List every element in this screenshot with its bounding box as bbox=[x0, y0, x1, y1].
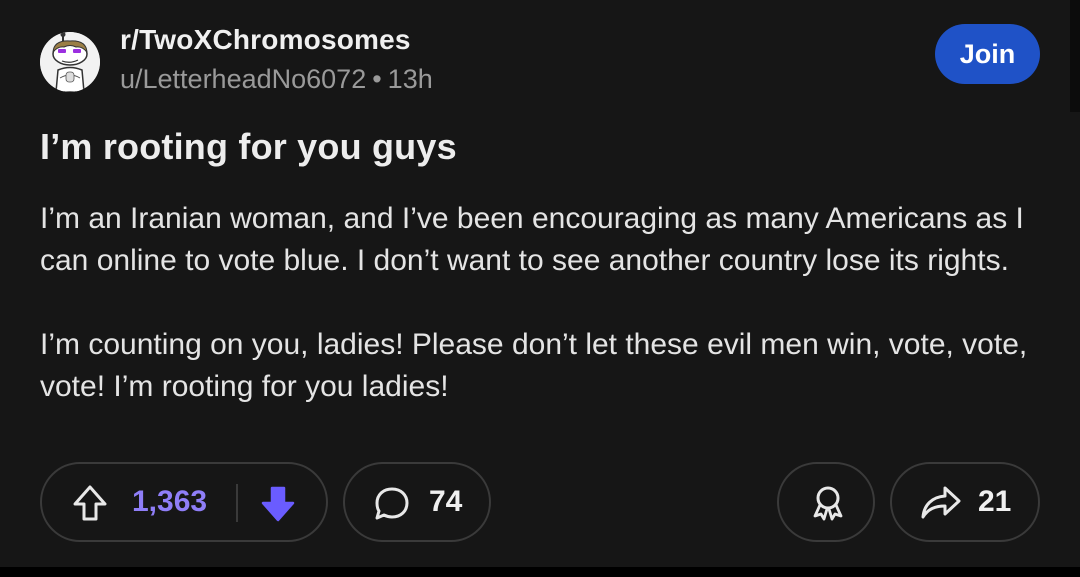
join-button[interactable]: Join bbox=[935, 24, 1040, 84]
post-card: r/TwoXChromosomes u/LetterheadNo6072 • 13h… bbox=[0, 0, 1080, 567]
award-ribbon-icon bbox=[813, 486, 843, 521]
downvote-arrow-icon[interactable] bbox=[260, 485, 296, 523]
vote-bar: 1,363 bbox=[40, 462, 328, 542]
vote-divider bbox=[236, 484, 238, 522]
share-count: 21 bbox=[978, 485, 1012, 518]
subreddit-name[interactable]: r/TwoXChromosomes bbox=[120, 24, 411, 56]
scrollbar[interactable] bbox=[1070, 0, 1080, 112]
post-body[interactable]: I’m an Iranian woman, and I’ve been enco… bbox=[40, 198, 1040, 408]
share-arrow-icon bbox=[921, 486, 961, 519]
post-title[interactable]: I’m rooting for you guys bbox=[40, 126, 457, 168]
upvote-arrow-icon[interactable] bbox=[72, 484, 108, 522]
bottom-bar bbox=[0, 567, 1080, 577]
author-name[interactable]: u/LetterheadNo6072 bbox=[120, 64, 366, 94]
vote-count: 1,363 bbox=[132, 485, 208, 518]
award-button[interactable] bbox=[777, 462, 875, 542]
share-button[interactable]: 21 bbox=[890, 462, 1040, 542]
subreddit-avatar[interactable] bbox=[40, 32, 100, 92]
comment-bubble-icon bbox=[375, 487, 409, 520]
comment-button[interactable]: 74 bbox=[343, 462, 491, 542]
snoo-avatar-icon bbox=[40, 32, 100, 92]
meta-separator: • bbox=[372, 64, 382, 94]
post-paragraph: I’m counting on you, ladies! Please don’… bbox=[40, 328, 1028, 403]
post-meta: u/LetterheadNo6072 • 13h bbox=[120, 64, 433, 95]
comment-count: 74 bbox=[429, 485, 463, 518]
post-age: 13h bbox=[387, 64, 433, 94]
post-paragraph: I’m an Iranian woman, and I’ve been enco… bbox=[40, 202, 1024, 277]
